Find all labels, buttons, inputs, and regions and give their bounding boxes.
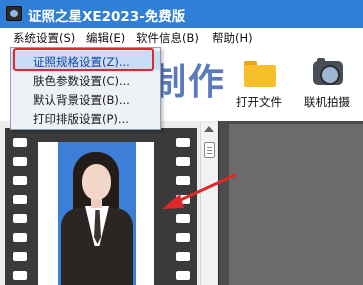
film-hole — [176, 233, 190, 242]
menu-item-label: 肤色参数设置(C)... — [33, 74, 130, 88]
film-hole — [13, 233, 27, 242]
film-hole — [13, 271, 27, 280]
open-file-button[interactable]: 打开文件 — [227, 57, 291, 115]
film-hole — [176, 138, 190, 147]
open-file-label: 打开文件 — [236, 95, 282, 109]
menu-item-print-layout-settings[interactable]: 打印排版设置(P)... — [11, 108, 160, 127]
film-hole — [176, 271, 190, 280]
menu-bar: 系统设置(S) 编辑(E) 软件信息(B) 帮助(H) — [0, 28, 363, 47]
menu-software-info[interactable]: 软件信息(B) — [136, 30, 199, 46]
film-hole — [13, 214, 27, 223]
portrait-face — [82, 164, 111, 200]
camera-icon — [313, 58, 343, 85]
menu-item-default-background-settings[interactable]: 默认背景设置(B)... — [11, 89, 160, 108]
menu-edit[interactable]: 编辑(E) — [86, 30, 125, 46]
id-photo-frame[interactable] — [38, 142, 154, 285]
scroll-thumb[interactable] — [204, 142, 215, 158]
camera-capture-button[interactable]: 联机拍摄 — [295, 57, 359, 115]
scroll-up-arrow-icon[interactable] — [204, 126, 214, 132]
menu-item-label: 默认背景设置(B)... — [33, 93, 130, 107]
banner-text: 制作 — [150, 62, 227, 103]
window-title: 证照之星XE2023-免费版 — [28, 9, 186, 25]
title-bar: 证照之星XE2023-免费版 — [0, 0, 363, 28]
film-hole — [13, 176, 27, 185]
menu-system-settings[interactable]: 系统设置(S) — [13, 30, 75, 46]
folder-icon — [244, 61, 276, 87]
camera-capture-label: 联机拍摄 — [304, 95, 350, 109]
menu-item-label: 打印排版设置(P)... — [33, 112, 129, 126]
film-hole — [176, 157, 190, 166]
red-highlight-box — [13, 48, 154, 71]
preview-canvas — [229, 124, 363, 285]
film-hole — [13, 138, 27, 147]
film-hole — [13, 157, 27, 166]
app-logo-icon[interactable] — [6, 6, 22, 21]
film-hole — [176, 252, 190, 261]
film-hole — [13, 252, 27, 261]
film-hole — [13, 195, 27, 204]
menu-item-skin-color-settings[interactable]: 肤色参数设置(C)... — [11, 70, 160, 89]
red-arrow-annotation — [162, 173, 237, 209]
menu-help[interactable]: 帮助(H) — [212, 30, 253, 46]
